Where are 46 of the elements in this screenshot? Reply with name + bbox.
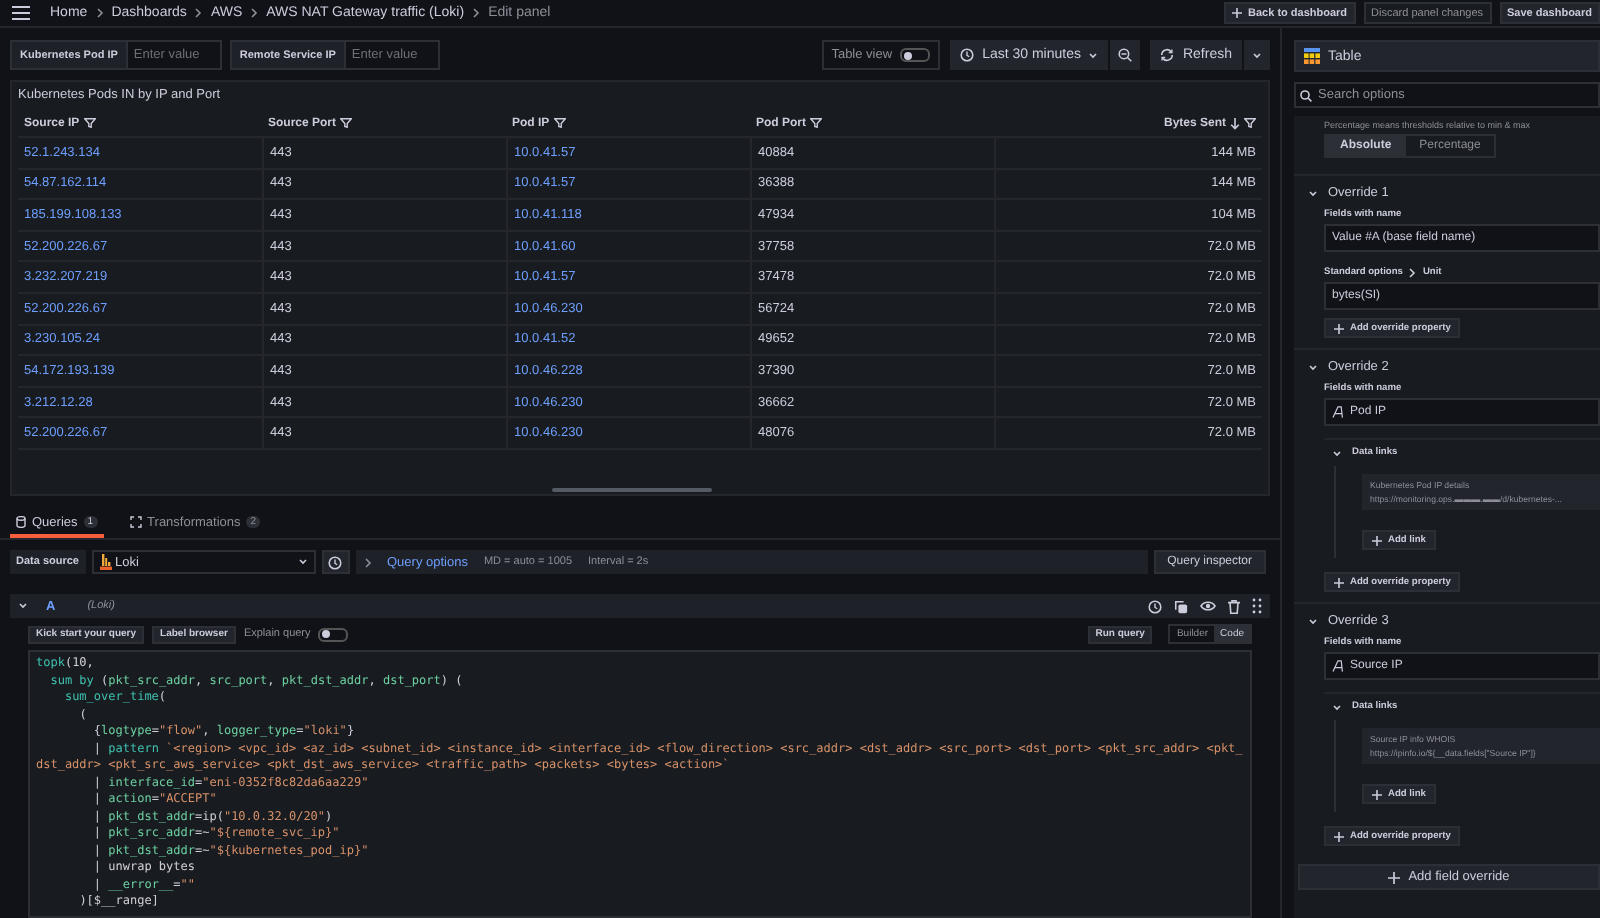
- caret-icon: [1088, 51, 1099, 59]
- chevron-icon: [95, 8, 104, 18]
- text-field-icon: [1332, 660, 1344, 672]
- table-view-toggle[interactable]: [900, 48, 931, 62]
- collapse-icon[interactable]: [1332, 449, 1342, 457]
- caret-icon: [1252, 51, 1262, 59]
- zoom-out-button[interactable]: [1110, 40, 1141, 70]
- plus-icon: [1372, 535, 1382, 545]
- collapse-icon[interactable]: [18, 602, 28, 610]
- filter-icon[interactable]: [810, 118, 822, 128]
- plus-icon: [1372, 789, 1382, 799]
- database-icon: [16, 516, 26, 528]
- copy-icon[interactable]: [1174, 599, 1188, 613]
- drag-handle-icon[interactable]: [1252, 598, 1262, 614]
- collapse-icon[interactable]: [1308, 363, 1318, 371]
- plus-icon: [1334, 831, 1344, 841]
- chevron-icon: [472, 8, 481, 18]
- table-icon: [1304, 48, 1320, 64]
- chevron-icon: [363, 557, 371, 567]
- filter-icon[interactable]: [1244, 118, 1256, 128]
- transform-icon: [129, 516, 142, 528]
- plus-icon: [1334, 323, 1344, 333]
- collapse-icon[interactable]: [1332, 703, 1342, 711]
- trash-icon[interactable]: [1228, 599, 1240, 613]
- filter-icon[interactable]: [340, 118, 353, 128]
- chevron-icon: [1408, 268, 1417, 278]
- chevron-icon: [194, 8, 203, 18]
- eye-icon[interactable]: [1200, 600, 1216, 612]
- plus-icon: [1388, 871, 1401, 883]
- chevron-icon: [250, 8, 259, 18]
- refresh-icon: [1160, 48, 1175, 62]
- explain-query-toggle[interactable]: [318, 627, 349, 641]
- plus-icon: [1232, 8, 1243, 18]
- refresh-interval-dropdown[interactable]: [1244, 40, 1270, 70]
- plus-icon: [1334, 577, 1344, 587]
- menu-icon[interactable]: [12, 6, 30, 20]
- collapse-icon[interactable]: [1308, 617, 1318, 625]
- caret-icon: [297, 558, 307, 566]
- collapse-icon[interactable]: [1308, 189, 1318, 197]
- search-icon: [1300, 89, 1312, 101]
- zoom-out-icon: [1118, 48, 1133, 62]
- clock-icon: [960, 48, 975, 62]
- text-field-icon: [1332, 406, 1344, 418]
- loki-logo-icon: [99, 554, 111, 570]
- filter-icon[interactable]: [553, 118, 566, 128]
- filter-icon[interactable]: [83, 118, 96, 128]
